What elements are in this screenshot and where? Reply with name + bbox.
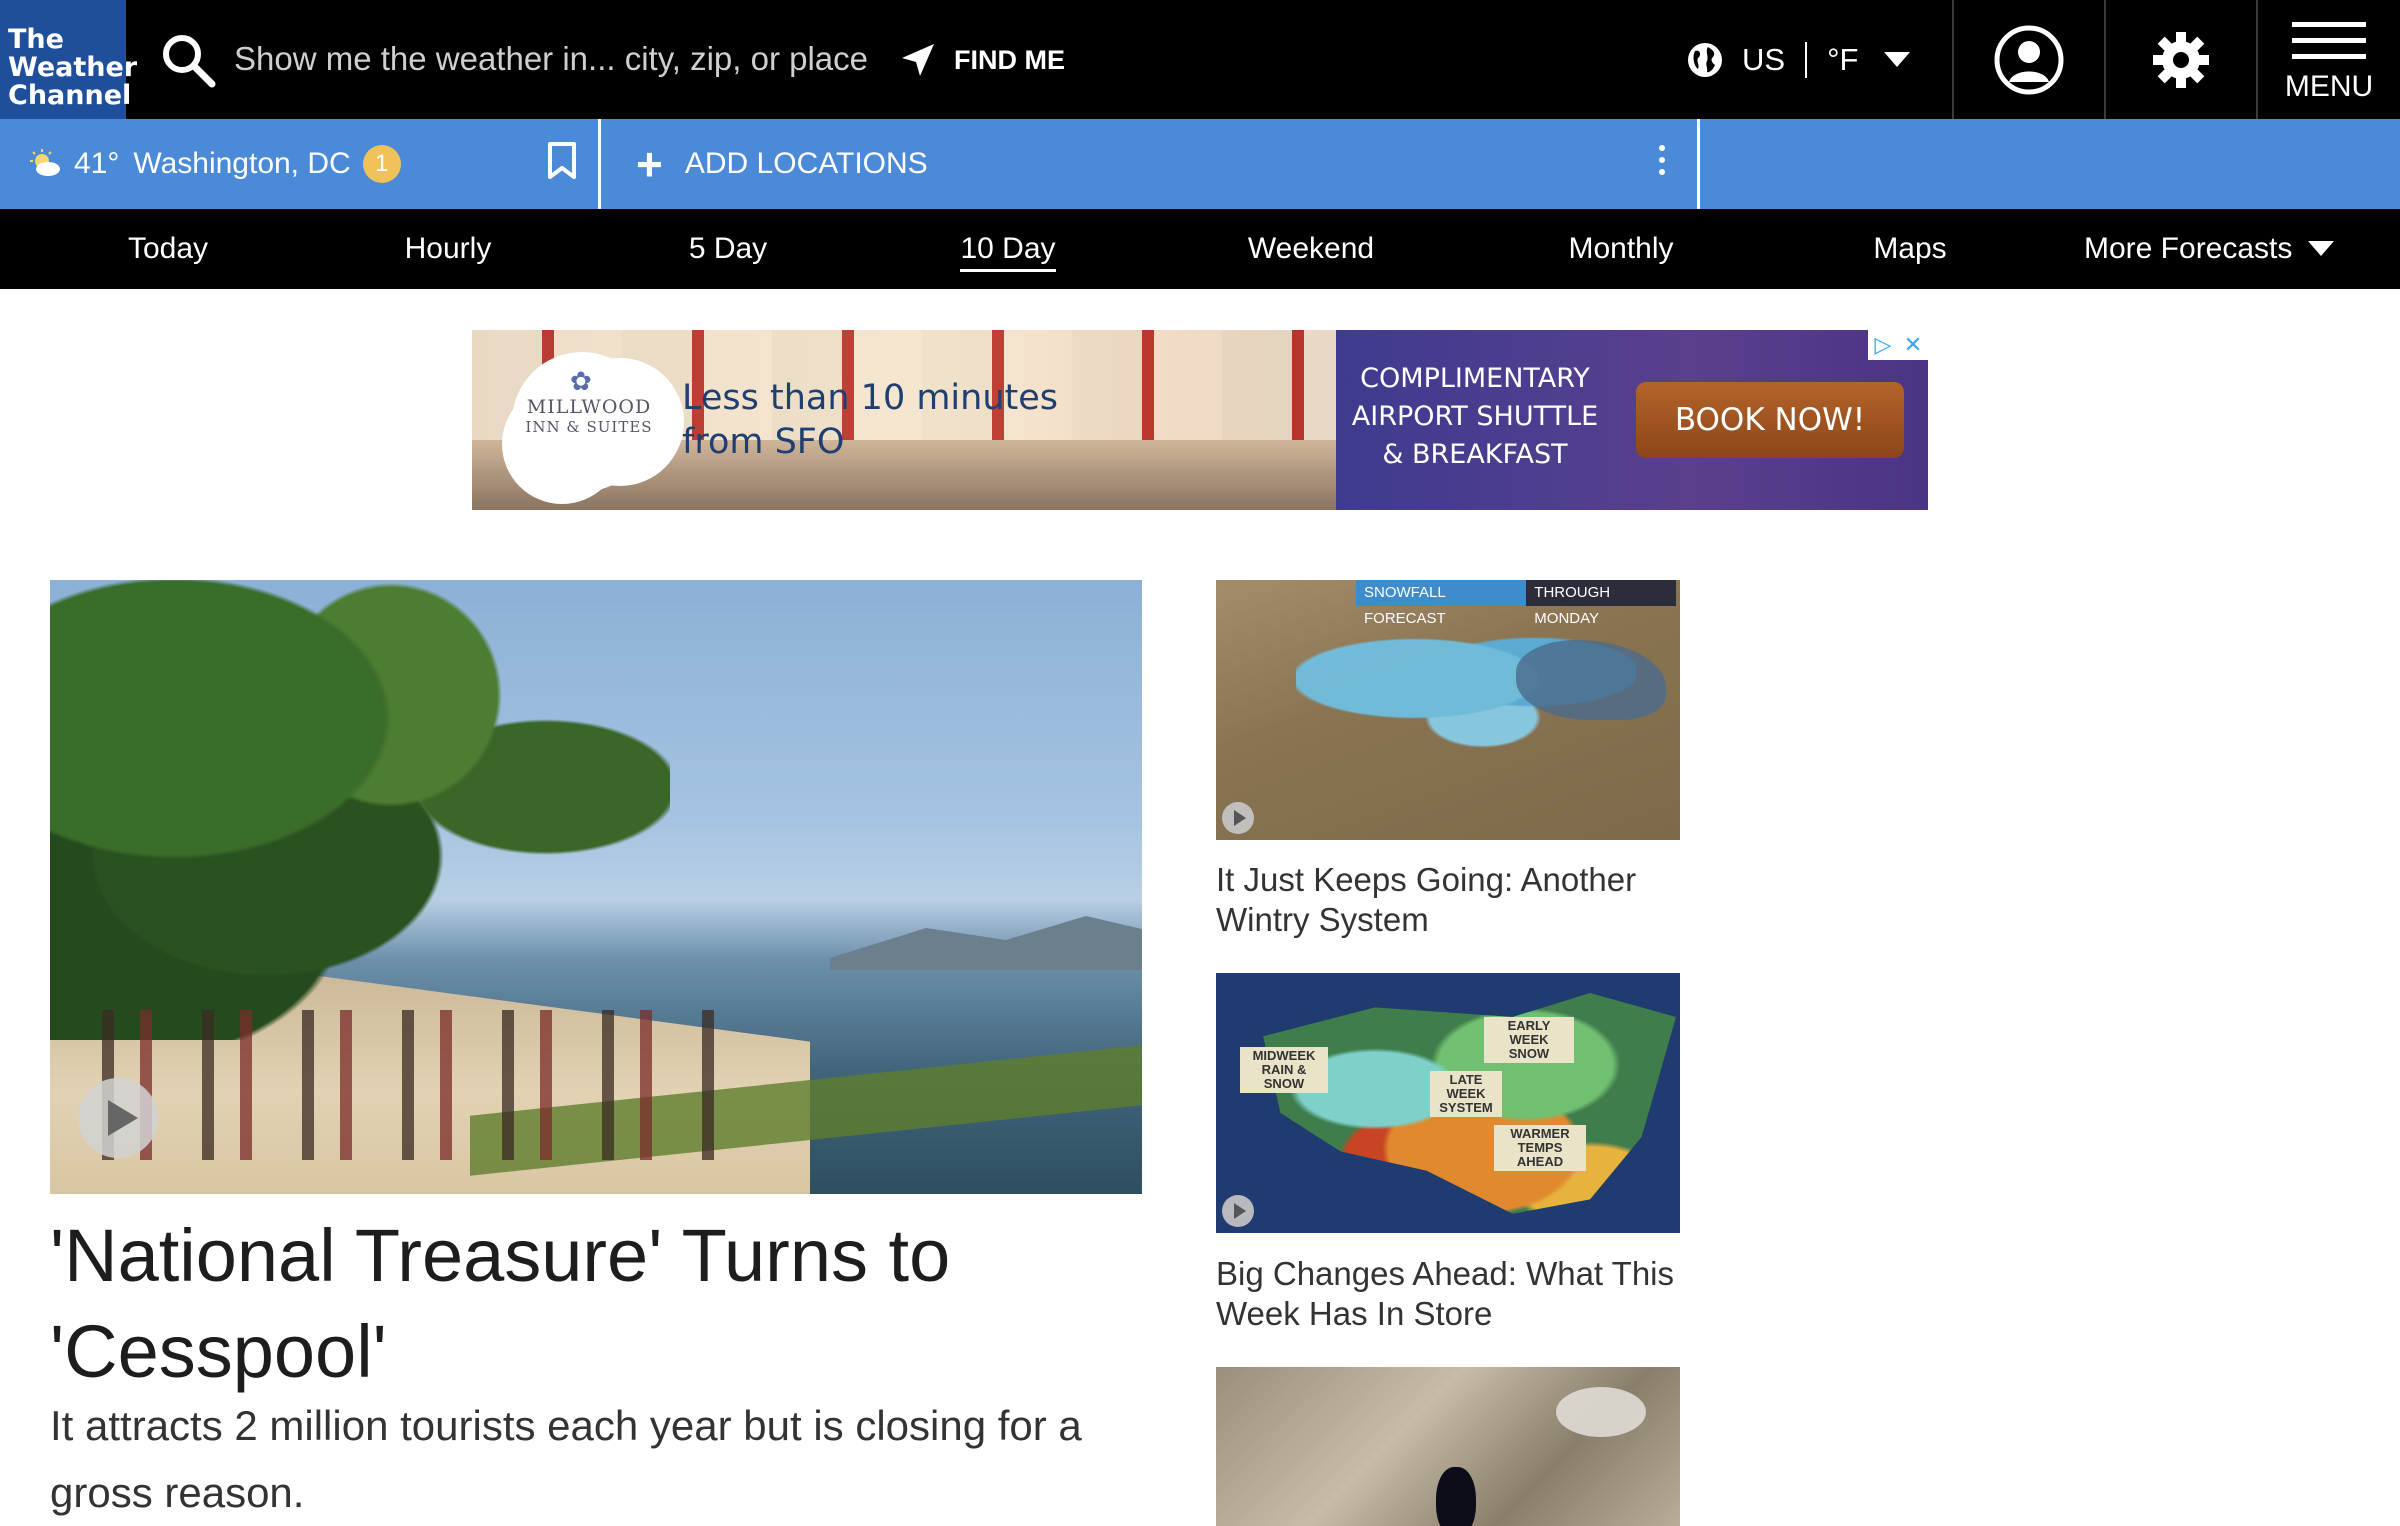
legend-title: SNOWFALL FORECAST bbox=[1356, 580, 1527, 627]
lead-story-headline[interactable]: 'National Treasure' Turns to 'Cesspool' bbox=[50, 1208, 1150, 1400]
play-video-icon[interactable] bbox=[78, 1078, 158, 1158]
map-label: LATE WEEK SYSTEM bbox=[1430, 1071, 1502, 1117]
weather-channel-logo[interactable]: The Weather Channel bbox=[0, 0, 138, 119]
location-arrow-icon bbox=[902, 44, 934, 76]
tab-maps[interactable]: Maps bbox=[1840, 209, 1980, 289]
tab-hourly[interactable]: Hourly bbox=[378, 209, 518, 289]
tab-label: Monthly bbox=[1568, 232, 1674, 265]
ad-brand-line-2: INN & SUITES bbox=[525, 418, 653, 436]
ad-offer-text: COMPLIMENTARY AIRPORT SHUTTLE & BREAKFAS… bbox=[1351, 363, 1599, 470]
chevron-down-icon bbox=[2308, 241, 2335, 256]
forecast-nav: Today Hourly 5 Day 10 Day Weekend Monthl… bbox=[0, 209, 2400, 289]
tab-label: Hourly bbox=[404, 232, 492, 265]
current-temperature: 41° bbox=[74, 147, 120, 180]
add-locations-button[interactable]: + ADD LOCATIONS bbox=[636, 119, 928, 209]
logo-line-3: Channel bbox=[8, 80, 132, 111]
more-options-icon[interactable] bbox=[1652, 145, 1672, 185]
locale-selector[interactable]: US °F bbox=[1686, 30, 1911, 90]
chevron-down-icon bbox=[1884, 52, 1911, 67]
locale-divider bbox=[1805, 42, 1808, 78]
story-thumbnail-satellite[interactable] bbox=[1216, 1367, 1680, 1526]
story-thumbnail-snowfall[interactable]: SNOWFALL FORECAST THROUGH MONDAY bbox=[1216, 580, 1680, 840]
menu-button[interactable]: MENU bbox=[2258, 0, 2400, 119]
tab-label: Today bbox=[127, 232, 209, 265]
user-icon bbox=[1994, 25, 2064, 94]
image-palm-trees bbox=[50, 580, 670, 1040]
hamburger-icon bbox=[2292, 22, 2366, 70]
story-thumbnail-weather-map[interactable]: EARLY WEEK SNOW MIDWEEK RAIN & SNOW LATE… bbox=[1216, 973, 1680, 1233]
plus-icon: + bbox=[636, 138, 663, 190]
tab-label: 5 Day bbox=[688, 232, 768, 265]
image-tourists bbox=[80, 1010, 720, 1160]
ad-brand-logo: MILLWOOD INN & SUITES bbox=[524, 396, 654, 436]
alert-count-badge[interactable]: 1 bbox=[362, 145, 401, 183]
story-headline[interactable]: Big Changes Ahead: What This Week Has In… bbox=[1216, 1254, 1696, 1334]
snowfall-legend: SNOWFALL FORECAST THROUGH MONDAY bbox=[1356, 580, 1676, 627]
location-bar-divider bbox=[598, 119, 601, 209]
legend-subtitle: THROUGH MONDAY bbox=[1534, 584, 1611, 627]
tab-label: More Forecasts bbox=[2084, 232, 2293, 265]
tab-5-day[interactable]: 5 Day bbox=[658, 209, 798, 289]
satellite-lake bbox=[1436, 1467, 1476, 1526]
story-headline[interactable]: It Just Keeps Going: Another Wintry Syst… bbox=[1216, 860, 1696, 940]
tab-label: Weekend bbox=[1247, 232, 1375, 265]
add-locations-label: ADD LOCATIONS bbox=[684, 147, 928, 180]
flower-icon: ✿ bbox=[570, 366, 592, 396]
ad-offer-panel: COMPLIMENTARY AIRPORT SHUTTLE & BREAKFAS… bbox=[1336, 330, 1928, 510]
settings-button[interactable] bbox=[2106, 0, 2256, 119]
tab-more-forecasts[interactable]: More Forecasts bbox=[2084, 209, 2354, 289]
great-lakes bbox=[1516, 640, 1666, 720]
find-me-label: FIND ME bbox=[954, 44, 1065, 75]
map-label: MIDWEEK RAIN & SNOW bbox=[1240, 1047, 1328, 1093]
tab-weekend[interactable]: Weekend bbox=[1236, 209, 1386, 289]
bookmark-icon[interactable] bbox=[546, 141, 578, 181]
location-bar: 41° Washington, DC 1 + ADD LOCATIONS bbox=[0, 119, 2400, 209]
lead-story-description: It attracts 2 million tourists each year… bbox=[50, 1402, 1082, 1516]
menu-label: MENU bbox=[2284, 70, 2374, 103]
find-me-button[interactable]: FIND ME bbox=[900, 38, 1065, 82]
ad-headline: Less than 10 minutes from SFO bbox=[682, 378, 1059, 462]
location-bar-divider bbox=[1697, 119, 1700, 209]
banner-ad[interactable]: ✿ MILLWOOD INN & SUITES Less than 10 min… bbox=[472, 330, 1928, 510]
tab-label: Maps bbox=[1873, 232, 1947, 265]
current-location[interactable]: 41° Washington, DC 1 bbox=[0, 119, 598, 209]
play-video-icon[interactable] bbox=[1222, 802, 1254, 834]
logo-line-2: Weather bbox=[8, 52, 138, 83]
tab-monthly[interactable]: Monthly bbox=[1546, 209, 1696, 289]
ad-info-icon: ▷ bbox=[1874, 332, 1892, 357]
account-button[interactable] bbox=[1954, 0, 2104, 119]
ad-brand-line-1: MILLWOOD bbox=[526, 396, 652, 418]
tab-today[interactable]: Today bbox=[98, 209, 238, 289]
image-hills bbox=[830, 916, 1142, 970]
unit-label: °F bbox=[1827, 42, 1859, 77]
tab-10-day[interactable]: 10 Day bbox=[938, 209, 1078, 289]
current-city: Washington, DC bbox=[133, 147, 351, 180]
play-video-icon[interactable] bbox=[1222, 1195, 1254, 1227]
lead-story-image[interactable] bbox=[50, 580, 1142, 1194]
search-input[interactable] bbox=[234, 34, 874, 84]
tab-label: 10 Day bbox=[960, 232, 1056, 272]
map-label: WARMER TEMPS AHEAD bbox=[1494, 1125, 1586, 1171]
gear-icon bbox=[2153, 31, 2209, 88]
top-header: The Weather Channel FIND ME US °F bbox=[0, 0, 2400, 119]
partly-sunny-icon bbox=[30, 149, 60, 176]
ad-close-icon[interactable]: ✕ bbox=[1898, 330, 1928, 360]
globe-icon bbox=[1688, 43, 1722, 77]
region-label: US bbox=[1742, 42, 1786, 77]
ad-choices-icon[interactable]: ▷ ✕ bbox=[1868, 330, 1928, 360]
map-label: EARLY WEEK SNOW bbox=[1484, 1017, 1574, 1063]
ad-book-now-button[interactable]: BOOK NOW! bbox=[1636, 382, 1904, 458]
search-icon[interactable] bbox=[160, 32, 216, 88]
satellite-salt-flat bbox=[1556, 1387, 1646, 1437]
logo-line-1: The bbox=[8, 24, 64, 55]
